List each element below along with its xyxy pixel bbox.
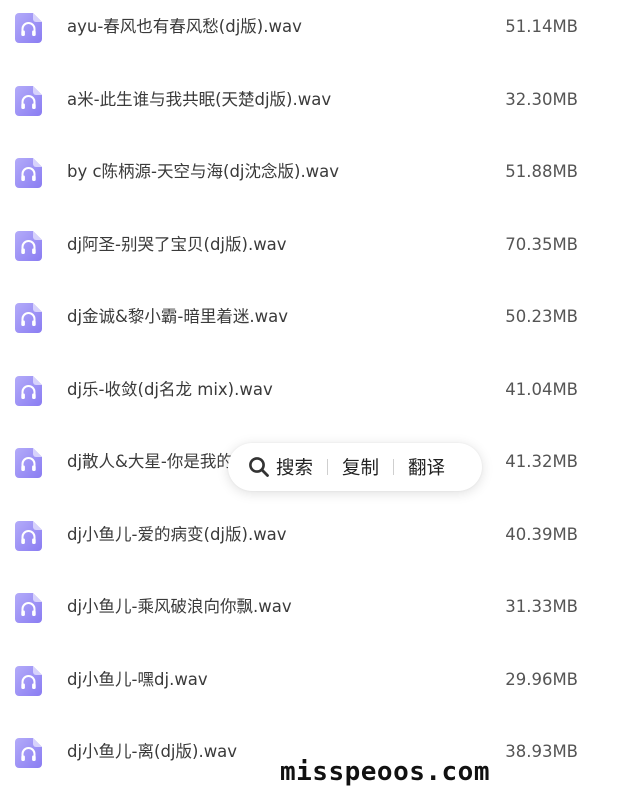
headphones-icon (15, 593, 42, 623)
file-name: ayu-春风也有春风愁(dj版).wav (67, 17, 302, 36)
file-name: dj散人&大星-你是我的 (67, 452, 233, 471)
translate-label: 翻译 (408, 458, 446, 479)
headphones-icon (15, 230, 42, 261)
popup-divider (327, 459, 329, 475)
search-label: 搜索 (276, 458, 314, 479)
file-row[interactable]: dj小鱼儿-乘风破浪向你飘.wav 31.33MB (0, 587, 631, 627)
copy-label: 复制 (342, 458, 380, 479)
headphones-icon (15, 665, 42, 696)
search-icon (248, 456, 270, 478)
file-name: by c陈柄源-天空与海(dj沈念版).wav (67, 162, 340, 181)
headphones-icon (15, 85, 42, 116)
file-size: 70.35MB (505, 234, 578, 254)
file-row[interactable]: dj小鱼儿-爱的病变(dj版).wav 40.39MB (0, 515, 631, 555)
file-row[interactable]: dj阿圣-别哭了宝贝(dj版).wav 70.35MB (0, 225, 631, 265)
headphones-icon (15, 738, 42, 768)
file-size: 31.33MB (505, 597, 578, 616)
headphones-icon (15, 375, 42, 406)
file-name: dj金诚&黎小霸-暗里着迷.wav (67, 307, 288, 326)
file-size: 41.04MB (505, 379, 578, 399)
file-name: dj小鱼儿-离(dj版).wav (67, 742, 238, 761)
file-row[interactable]: dj小鱼儿-嘿dj.wav 29.96MB (0, 660, 631, 700)
file-size: 32.30MB (505, 89, 578, 109)
headphones-icon (15, 13, 42, 43)
search-button[interactable]: 搜索 (248, 454, 313, 480)
file-row[interactable]: dj金诚&黎小霸-暗里着迷.wav 50.23MB (0, 297, 631, 337)
headphones-icon (15, 520, 42, 551)
file-row[interactable]: by c陈柄源-天空与海(dj沈念版).wav 51.88MB (0, 152, 631, 192)
file-size: 40.39MB (505, 524, 578, 544)
file-row[interactable]: a米-此生谁与我共眠(天楚dj版).wav 32.30MB (0, 80, 631, 120)
watermark: misspeoos.com (280, 757, 490, 787)
file-row[interactable]: ayu-春风也有春风愁(dj版).wav 51.14MB (0, 7, 631, 47)
popup-divider (393, 459, 395, 475)
headphones-icon (15, 303, 42, 333)
translate-button[interactable]: 翻译 (408, 454, 445, 480)
headphones-icon (15, 448, 42, 478)
copy-button[interactable]: 复制 (342, 454, 379, 480)
file-name: a米-此生谁与我共眠(天楚dj版).wav (67, 89, 332, 109)
headphones-icon (15, 158, 42, 188)
file-size: 51.88MB (505, 162, 578, 181)
file-name: dj阿圣-别哭了宝贝(dj版).wav (67, 234, 287, 254)
file-row[interactable]: dj乐-收敛(dj名龙 mix).wav 41.04MB (0, 370, 631, 410)
file-name: dj小鱼儿-嘿dj.wav (67, 669, 208, 689)
file-size: 50.23MB (505, 307, 578, 326)
file-name: dj小鱼儿-乘风破浪向你飘.wav (67, 597, 292, 616)
file-name: dj小鱼儿-爱的病变(dj版).wav (67, 524, 287, 544)
file-size: 38.93MB (505, 742, 578, 761)
file-size: 51.14MB (505, 17, 578, 36)
file-size: 41.32MB (505, 452, 578, 471)
file-size: 29.96MB (505, 669, 578, 689)
text-selection-popup: 搜索 复制 翻译 (228, 443, 482, 491)
file-name: dj乐-收敛(dj名龙 mix).wav (67, 379, 273, 399)
